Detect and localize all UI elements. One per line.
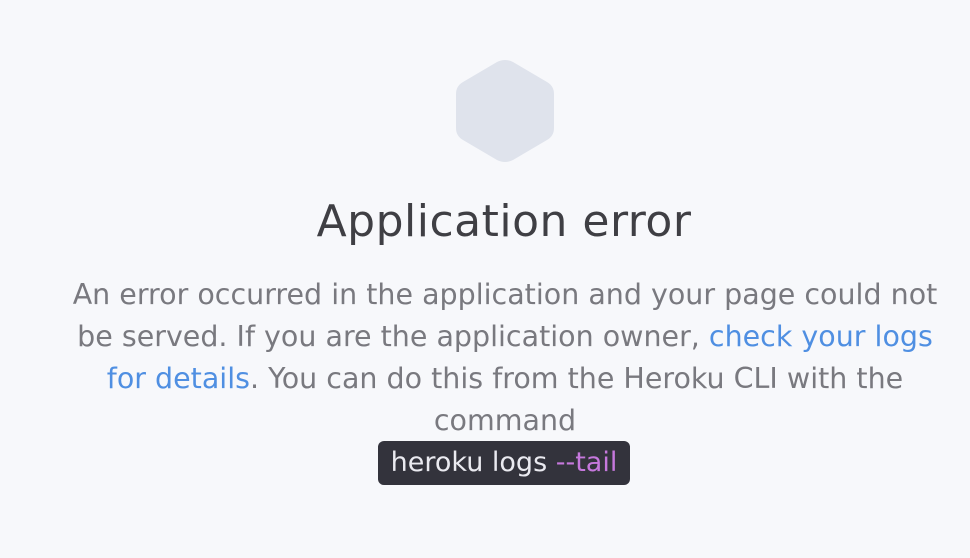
error-page: Application error An error occurred in t… [0, 0, 970, 558]
error-message-text-continued: . You can do this from the Heroku CLI wi… [249, 362, 904, 437]
cli-command-flag: --tail [555, 447, 618, 478]
hexagon-icon [455, 59, 555, 163]
error-message: An error occurred in the application and… [60, 274, 950, 442]
cli-command: heroku logs --tail [377, 441, 631, 485]
cli-command-base: heroku logs [390, 447, 556, 478]
command-block: heroku logs --tail [0, 441, 970, 485]
page-title: Application error [316, 196, 692, 247]
